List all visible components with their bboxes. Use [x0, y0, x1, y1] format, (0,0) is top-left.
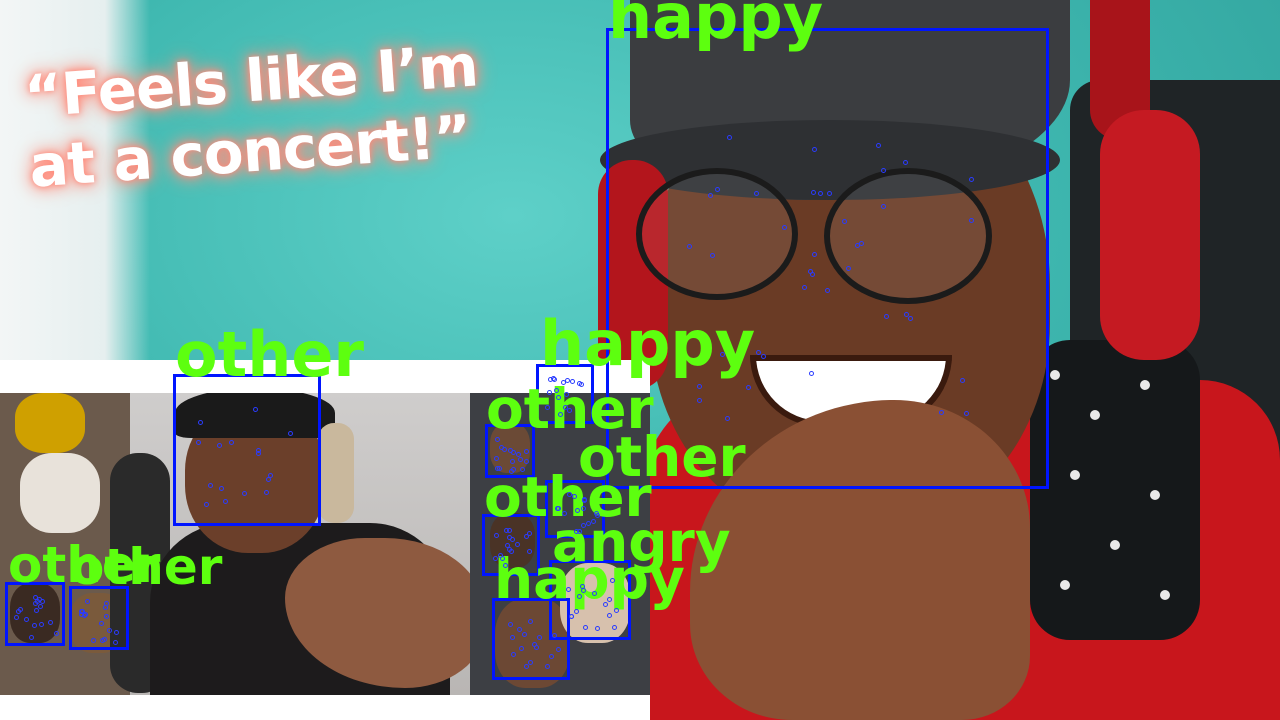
- landmark-point: [506, 527, 512, 533]
- landmark-point: [524, 458, 530, 464]
- landmark-point: [714, 187, 720, 193]
- landmark-point: [228, 439, 234, 445]
- emotion-label: other: [175, 318, 364, 391]
- landmark-point: [520, 466, 526, 472]
- landmark-point: [725, 415, 731, 421]
- landmark-point: [113, 630, 119, 636]
- landmark-point: [252, 406, 258, 412]
- landmark-point: [548, 654, 554, 659]
- landmark-point: [573, 528, 579, 534]
- landmark-point: [563, 404, 569, 410]
- landmark-point: [518, 645, 524, 651]
- landmark-point: [554, 387, 560, 393]
- landmark-point: [256, 450, 262, 456]
- landmark-point: [603, 601, 609, 607]
- landmark-point: [527, 618, 533, 624]
- landmark-point: [610, 577, 616, 583]
- landmark-point: [288, 430, 294, 436]
- landmark-point: [98, 620, 104, 626]
- landmark-point: [760, 354, 766, 360]
- landmark-point: [106, 628, 112, 634]
- landmark-point: [222, 498, 228, 504]
- face-box: [173, 374, 321, 526]
- landmark-point: [968, 217, 974, 223]
- emotion-label: happy: [608, 0, 824, 53]
- landmark-point: [527, 530, 533, 536]
- landmark-point: [208, 482, 214, 488]
- landmark-point: [606, 612, 612, 618]
- landmark-point: [517, 457, 523, 463]
- landmark-point: [696, 383, 702, 389]
- landmark-point: [591, 518, 597, 524]
- emotion-label: happy: [540, 307, 756, 380]
- landmark-point: [827, 190, 833, 196]
- emotion-label: other: [70, 538, 223, 596]
- landmark-point: [40, 598, 46, 604]
- landmark-point: [263, 490, 269, 496]
- landmark-point: [585, 521, 591, 527]
- landmark-point: [103, 604, 109, 610]
- landmark-point: [508, 468, 514, 474]
- landmark-point: [37, 603, 43, 609]
- landmark-point: [537, 634, 542, 640]
- landmark-point: [544, 663, 550, 669]
- landmark-point: [580, 522, 586, 528]
- landmark-point: [697, 397, 703, 403]
- landmark-point: [907, 315, 913, 321]
- landmark-point: [959, 378, 965, 384]
- landmark-point: [568, 613, 574, 619]
- landmark-point: [32, 622, 38, 628]
- landmark-point: [24, 616, 30, 622]
- landmark-point: [523, 449, 529, 455]
- landmark-point: [968, 176, 974, 182]
- landmark-point: [687, 243, 693, 249]
- right-earcup: [1100, 110, 1200, 360]
- landmark-point: [880, 167, 886, 173]
- landmark-point: [195, 439, 201, 445]
- landmark-point: [38, 622, 44, 628]
- landmark-point: [85, 598, 91, 604]
- landmark-point: [824, 288, 830, 294]
- landmark-point: [883, 314, 889, 320]
- patterned-scarf: [1030, 340, 1200, 640]
- landmark-point: [963, 410, 969, 416]
- landmark-point: [781, 225, 787, 231]
- landmark-point: [552, 632, 558, 638]
- landmark-point: [720, 351, 726, 357]
- landmark-point: [197, 419, 203, 425]
- singer-headphones: [318, 423, 354, 523]
- landmark-point: [810, 189, 816, 195]
- landmark-point: [493, 455, 499, 461]
- landmark-point: [592, 590, 598, 596]
- landmark-point: [509, 548, 515, 554]
- collage-figure: [15, 393, 85, 453]
- landmark-point: [902, 159, 908, 165]
- landmark-point: [90, 638, 96, 644]
- collage-figure: [20, 453, 100, 533]
- emotion-label: happy: [494, 547, 685, 611]
- face-box: [606, 28, 1049, 489]
- landmark-point: [515, 452, 521, 458]
